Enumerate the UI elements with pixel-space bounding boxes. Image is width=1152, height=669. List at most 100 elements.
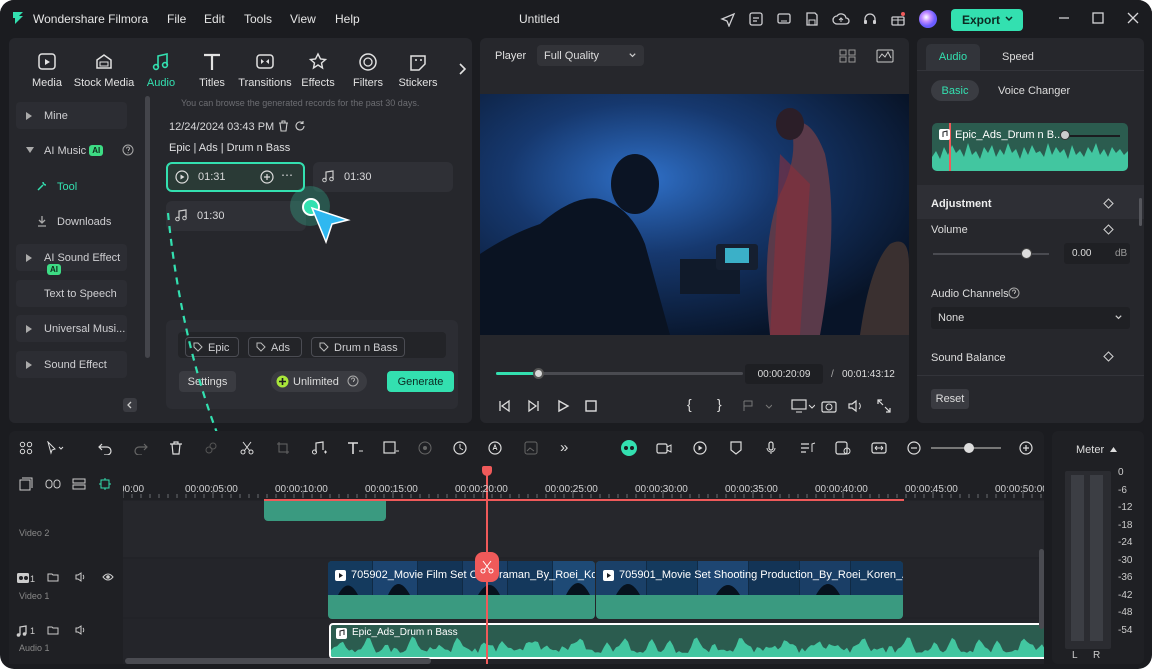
speaker-icon[interactable]	[75, 624, 87, 636]
video-clip-a[interactable]: 705902_Movie Film Set Cameraman_By_Roei_…	[328, 561, 595, 619]
horizontal-scrollbar[interactable]	[125, 658, 431, 664]
layout-grid-icon[interactable]	[19, 441, 33, 455]
add-track-icon[interactable]	[19, 477, 33, 491]
color-match-icon[interactable]	[418, 441, 434, 455]
quality-select[interactable]: Full Quality	[537, 45, 644, 66]
avatar-icon[interactable]	[918, 9, 938, 29]
fullscreen-icon[interactable]	[877, 399, 891, 413]
adjustment-header[interactable]: Adjustment	[917, 185, 1144, 219]
vertical-scrollbar[interactable]	[1039, 549, 1044, 629]
sidebar-item-tool[interactable]: Tool	[16, 173, 127, 200]
export-button[interactable]: Export	[951, 9, 1023, 31]
trash-icon[interactable]	[278, 120, 289, 132]
delete-icon[interactable]	[169, 441, 183, 455]
speaker-icon[interactable]	[75, 571, 87, 583]
menu-help[interactable]: Help	[335, 12, 360, 26]
reset-button[interactable]: Reset	[931, 389, 969, 409]
undo-icon[interactable]	[98, 441, 112, 455]
scissors-icon[interactable]	[240, 441, 254, 455]
props-scrollbar[interactable]	[1139, 198, 1142, 226]
folder-icon[interactable]	[47, 624, 59, 636]
snapshot-camera-icon[interactable]	[821, 399, 837, 413]
ai-audio-icon[interactable]	[835, 441, 851, 455]
monitor-icon[interactable]	[776, 11, 792, 27]
auto-highlight-icon[interactable]	[693, 441, 707, 455]
magnet-snap-icon[interactable]	[98, 477, 112, 491]
more-tools-icon[interactable]: »	[560, 439, 568, 456]
maximize-icon[interactable]	[1091, 11, 1105, 25]
menu-file[interactable]: File	[167, 12, 186, 26]
play-circle-icon[interactable]	[175, 170, 189, 184]
clip-volume-knob[interactable]	[1060, 130, 1070, 140]
split-scissors-button[interactable]	[475, 552, 499, 582]
waveform-view-icon[interactable]	[876, 49, 894, 63]
sidebar-item-text-to-speech[interactable]: Text to Speech	[16, 280, 127, 307]
ai-copilot-icon[interactable]	[620, 439, 638, 457]
playhead-handle[interactable]	[482, 466, 492, 476]
fit-timeline-icon[interactable]	[871, 441, 887, 455]
keyframe-diamond-icon[interactable]	[1103, 351, 1114, 362]
tab-stickers[interactable]: Stickers	[386, 52, 450, 89]
stop-icon[interactable]	[584, 399, 598, 413]
shield-marker-icon[interactable]	[729, 441, 743, 455]
help-circle-icon[interactable]	[122, 144, 134, 156]
zoom-out-icon[interactable]	[907, 441, 921, 455]
refresh-icon[interactable]	[294, 120, 306, 132]
select-arrow-icon[interactable]	[46, 441, 64, 455]
more-dots-icon[interactable]: ⋯	[281, 168, 293, 182]
eye-icon[interactable]	[102, 572, 114, 582]
playlist-music-icon[interactable]	[800, 441, 816, 455]
cloud-upload-icon[interactable]	[832, 11, 850, 27]
sidebar-item-universal-music[interactable]: Universal Musi...	[16, 315, 127, 342]
display-dropdown-icon[interactable]	[791, 399, 815, 413]
link-icon[interactable]	[204, 441, 218, 455]
gift-icon[interactable]	[890, 11, 906, 27]
grid-view-icon[interactable]	[839, 49, 857, 63]
link-clips-icon[interactable]	[45, 478, 61, 490]
menu-edit[interactable]: Edit	[204, 12, 225, 26]
grid-box-icon[interactable]	[748, 11, 764, 27]
generate-button[interactable]: Generate	[387, 371, 454, 392]
volume-slider-track[interactable]	[933, 248, 1049, 259]
keyframe-diamond-icon[interactable]	[1103, 198, 1114, 209]
track-layout-icon[interactable]	[72, 478, 86, 490]
video2-lane[interactable]	[123, 501, 1044, 557]
clip-waveform-card[interactable]: Epic_Ads_Drum n B...	[932, 123, 1128, 171]
mark-in-icon[interactable]: {	[687, 396, 692, 412]
folder-icon[interactable]	[47, 571, 59, 583]
play-icon[interactable]	[556, 399, 570, 413]
video2-clip[interactable]	[264, 501, 386, 521]
sidebar-scrollbar[interactable]	[145, 96, 150, 358]
microphone-icon[interactable]	[764, 441, 778, 455]
audio-clip[interactable]: Epic_Ads_Drum n Bass	[329, 623, 1044, 659]
volume-slider-knob[interactable]	[1020, 248, 1032, 259]
zoom-in-icon[interactable]	[1019, 441, 1033, 455]
save-icon[interactable]	[804, 11, 820, 27]
caret-up-icon[interactable]	[1110, 447, 1117, 452]
send-icon[interactable]	[720, 11, 736, 27]
add-circle-icon[interactable]	[260, 170, 274, 184]
ai-image-icon[interactable]	[524, 441, 540, 455]
marker-dropdown-icon[interactable]	[742, 399, 772, 413]
playback-progress-knob[interactable]	[532, 368, 544, 379]
close-icon[interactable]	[1126, 11, 1140, 25]
record-video-icon[interactable]	[656, 441, 672, 455]
mark-out-icon[interactable]: }	[717, 396, 722, 412]
sidebar-item-ai-music[interactable]: AI Music AI	[16, 137, 134, 164]
meter-label[interactable]: Meter	[1076, 444, 1104, 456]
zoom-slider-knob[interactable]	[964, 443, 974, 453]
step-back-icon[interactable]	[497, 399, 511, 413]
speed-clock-icon[interactable]	[453, 441, 469, 455]
sidebar-item-mine[interactable]: Mine	[16, 102, 127, 129]
menu-tools[interactable]: Tools	[244, 12, 272, 26]
current-time-display[interactable]: 00:00:20:09	[745, 364, 823, 384]
playback-progress-track[interactable]	[496, 368, 743, 379]
tabs-scroll-right-icon[interactable]	[457, 62, 467, 76]
shape-tool-icon[interactable]	[383, 441, 399, 455]
ai-effect-icon[interactable]	[488, 441, 504, 455]
text-tool-icon[interactable]	[347, 441, 363, 455]
help-circle-icon[interactable]	[1008, 287, 1020, 299]
audio-channels-select[interactable]: None	[931, 307, 1130, 329]
subtab-basic[interactable]: Basic	[931, 80, 979, 101]
menu-view[interactable]: View	[290, 12, 316, 26]
